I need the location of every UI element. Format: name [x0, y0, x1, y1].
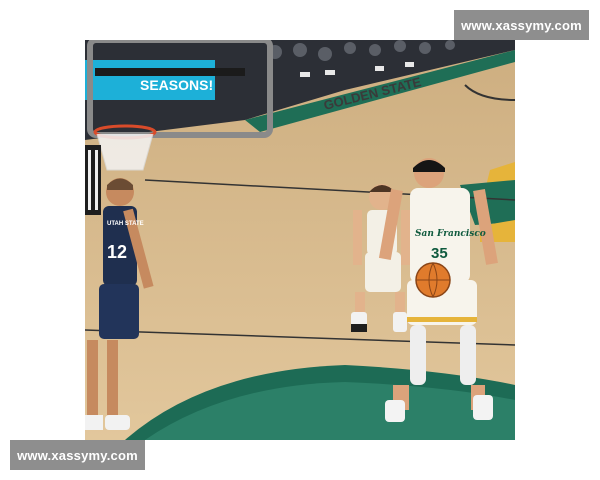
- watermark-bottom-left: www.xassymy.com: [10, 440, 145, 470]
- shooter-jersey-number: 35: [431, 245, 448, 262]
- watermark-top-right: www.xassymy.com: [454, 10, 589, 40]
- banner-text: SEASONS!: [140, 77, 213, 93]
- opponent-jersey-number: 12: [107, 242, 127, 262]
- backboard-square: [95, 68, 245, 76]
- basketball-free-throw-photo: GOLDEN STATE SEASONS! UTAH STATE 12 San …: [85, 40, 515, 440]
- opponent-jersey-team: UTAH STATE: [107, 221, 144, 227]
- net: [96, 133, 154, 171]
- shooter-jersey-team: San Francisco: [415, 229, 486, 239]
- referee: [85, 145, 101, 215]
